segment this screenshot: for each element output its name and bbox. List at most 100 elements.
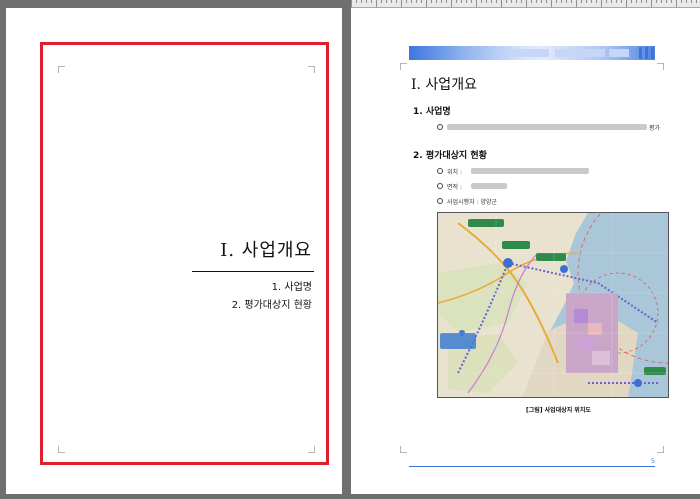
ruler-tick: [456, 0, 457, 3]
ruler-tick: [566, 0, 567, 3]
operator-key: 사업시행자 :: [447, 199, 481, 206]
ruler-tick: [366, 0, 367, 3]
ruler-tick: [636, 0, 637, 3]
ruler-tick: [486, 0, 487, 3]
site-location-map: [437, 212, 669, 398]
ruler-tick: [596, 0, 597, 3]
business-name-tail: 평가: [649, 125, 661, 132]
horizontal-ruler: [351, 0, 700, 8]
map-caption: [그림] 사업대상지 위치도: [526, 407, 591, 414]
ruler-tick: [531, 0, 532, 3]
redacted-text: [447, 124, 647, 130]
ruler-tick: [401, 0, 402, 7]
ruler-tick: [641, 0, 642, 3]
ruler-tick: [686, 0, 687, 3]
ruler-tick: [536, 0, 537, 3]
ruler-tick: [431, 0, 432, 3]
ruler-tick: [676, 0, 677, 7]
page-header-bar: [409, 46, 655, 60]
ruler-tick: [611, 0, 612, 3]
ruler-tick: [521, 0, 522, 3]
ruler-tick: [396, 0, 397, 3]
ruler-tick: [436, 0, 437, 3]
ruler-tick: [376, 0, 377, 7]
content-page[interactable]: Ⅰ. 사업개요 1. 사업명 평가 2. 평가대상지 현황 위치 : 면적 : …: [351, 8, 700, 494]
ruler-tick: [511, 0, 512, 3]
ruler-tick: [356, 0, 357, 3]
ruler-tick: [496, 0, 497, 3]
ruler-tick: [631, 0, 632, 3]
page-number: 5: [651, 458, 655, 465]
ruler-tick: [581, 0, 582, 3]
ruler-tick: [656, 0, 657, 3]
ruler-tick: [451, 0, 452, 7]
ruler-tick: [461, 0, 462, 3]
ruler-tick: [391, 0, 392, 3]
ruler-tick: [416, 0, 417, 3]
ruler-tick: [576, 0, 577, 7]
ruler-tick: [651, 0, 652, 7]
redacted-text: [471, 183, 507, 189]
ruler-tick: [351, 0, 352, 7]
section-title: Ⅰ. 사업개요: [411, 77, 477, 93]
ruler-tick: [491, 0, 492, 3]
operator-value: 양양군: [480, 199, 497, 206]
subsection-business-name: 1. 사업명: [413, 107, 451, 117]
ruler-tick: [371, 0, 372, 3]
ruler-tick: [616, 0, 617, 3]
ruler-tick: [426, 0, 427, 7]
ruler-tick: [601, 0, 602, 7]
ruler-tick: [381, 0, 382, 3]
ruler-tick: [506, 0, 507, 3]
ruler-tick: [546, 0, 547, 3]
ruler-tick: [696, 0, 697, 3]
location-label: 위치 :: [447, 169, 462, 176]
ruler-tick: [481, 0, 482, 3]
ruler-tick: [411, 0, 412, 3]
ruler-tick: [551, 0, 552, 7]
ruler-tick: [571, 0, 572, 3]
crop-mark: [400, 446, 407, 453]
crop-mark: [400, 63, 407, 70]
crop-mark: [657, 446, 664, 453]
ruler-tick: [586, 0, 587, 3]
ruler-tick: [606, 0, 607, 3]
ruler-tick: [471, 0, 472, 3]
ruler-tick: [446, 0, 447, 3]
ruler-tick: [406, 0, 407, 3]
map-graphic: [438, 213, 668, 397]
bullet-circle: [437, 124, 443, 130]
ruler-tick: [361, 0, 362, 3]
crop-mark: [657, 63, 664, 70]
ruler-tick: [661, 0, 662, 3]
bullet-circle: [437, 198, 443, 204]
ruler-tick: [421, 0, 422, 3]
bullet-circle: [437, 168, 443, 174]
ruler-tick: [666, 0, 667, 3]
ruler-tick: [556, 0, 557, 3]
subsection-site-status: 2. 평가대상지 현황: [413, 151, 487, 161]
ruler-tick: [466, 0, 467, 3]
ruler-tick: [621, 0, 622, 3]
ruler-tick: [626, 0, 627, 7]
ruler-tick: [671, 0, 672, 3]
ruler-tick: [691, 0, 692, 3]
bullet-circle: [437, 183, 443, 189]
ruler-tick: [476, 0, 477, 7]
ruler-tick: [441, 0, 442, 3]
ruler-tick: [516, 0, 517, 3]
ruler-tick: [591, 0, 592, 3]
ruler-tick: [526, 0, 527, 7]
ruler-tick: [681, 0, 682, 3]
operator-label: 사업시행자 : 양양군: [447, 197, 497, 206]
footer-rule: [409, 466, 655, 467]
cover-page[interactable]: Ⅰ. 사업개요 1. 사업명 2. 평가대상지 현황: [6, 8, 342, 494]
area-label: 면적 :: [447, 184, 462, 191]
ruler-tick: [561, 0, 562, 3]
ruler-tick: [501, 0, 502, 7]
selection-frame: [40, 42, 329, 465]
ruler-tick: [386, 0, 387, 3]
ruler-tick: [541, 0, 542, 3]
redacted-text: [471, 168, 589, 174]
ruler-tick: [646, 0, 647, 3]
